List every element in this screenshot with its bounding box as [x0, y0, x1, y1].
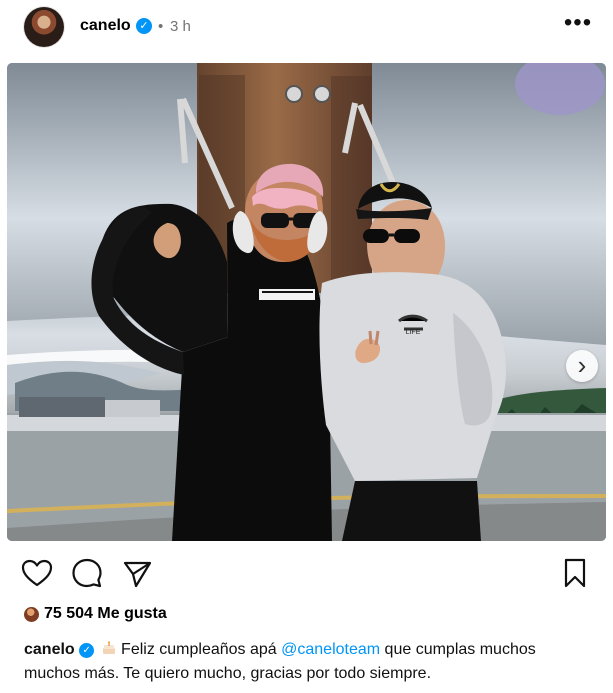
comment-icon[interactable]: [70, 556, 104, 590]
carousel-next-button[interactable]: ›: [566, 350, 598, 382]
verified-badge-icon: ✓: [136, 18, 152, 34]
post-caption: canelo ✓ Feliz cumpleaños apá @canelotea…: [24, 638, 589, 686]
profile-avatar[interactable]: [24, 7, 64, 47]
post-actions: [0, 552, 613, 594]
post-header: canelo ✓ • 3 h •••: [0, 0, 613, 56]
svg-text:LIFE: LIFE: [406, 329, 421, 336]
cake-icon: [102, 641, 115, 654]
caption-mention-link[interactable]: @caneloteam: [281, 641, 380, 658]
caption-verified-icon: ✓: [79, 643, 95, 658]
share-icon[interactable]: [120, 556, 154, 590]
post-username[interactable]: canelo: [80, 17, 131, 35]
caption-username[interactable]: canelo: [24, 641, 75, 658]
caption-text-before: Feliz cumpleaños apá: [121, 641, 282, 658]
likes-summary[interactable]: 75 504 Me gusta: [44, 605, 167, 623]
more-horizontal-icon[interactable]: •••: [560, 10, 596, 44]
bookmark-icon[interactable]: [558, 556, 592, 590]
likes-count: 75 504: [44, 605, 93, 622]
post-photo[interactable]: LIFE ›: [7, 63, 606, 541]
likes-label: Me gusta: [97, 605, 167, 622]
post-time[interactable]: 3 h: [170, 18, 191, 35]
time-separator: •: [158, 18, 164, 35]
liker-avatar[interactable]: [24, 607, 39, 622]
heart-icon[interactable]: [20, 556, 54, 590]
